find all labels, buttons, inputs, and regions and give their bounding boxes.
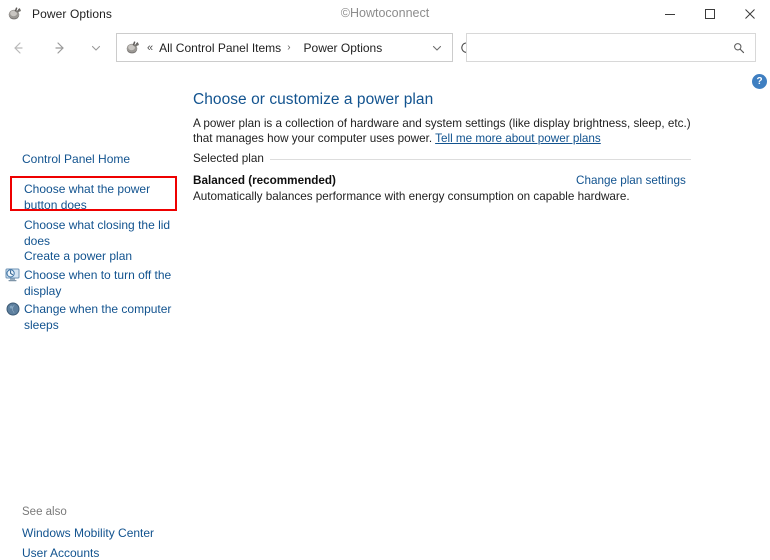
display-timeout-icon bbox=[5, 267, 21, 283]
search-input[interactable] bbox=[475, 39, 727, 56]
address-dropdown-chevron-icon[interactable] bbox=[426, 42, 448, 54]
maximize-button[interactable] bbox=[690, 0, 730, 28]
plan-description: Automatically balances performance with … bbox=[193, 190, 630, 203]
see-also-heading: See also bbox=[22, 506, 67, 518]
sidebar-item-create-power-plan[interactable]: Create a power plan bbox=[24, 248, 174, 264]
recent-locations-button[interactable] bbox=[82, 34, 110, 62]
power-options-icon bbox=[7, 6, 23, 22]
address-power-options-icon bbox=[125, 40, 141, 56]
sleep-icon bbox=[5, 301, 21, 317]
selected-plan-label: Selected plan bbox=[193, 152, 270, 165]
sidebar-item-choose-power-button[interactable]: Choose what the power button does bbox=[24, 181, 174, 213]
close-button[interactable] bbox=[730, 0, 770, 28]
page-description: A power plan is a collection of hardware… bbox=[193, 116, 693, 146]
search-icon[interactable] bbox=[727, 41, 751, 55]
plan-name: Balanced (recommended) bbox=[193, 174, 336, 187]
sidebar-item-control-panel-home[interactable]: Control Panel Home bbox=[22, 151, 172, 167]
breadcrumb-power-options[interactable]: Power Options bbox=[304, 41, 383, 55]
back-button[interactable] bbox=[4, 34, 32, 62]
address-overflow-indicator[interactable]: « bbox=[147, 42, 153, 54]
window-title: Power Options bbox=[32, 7, 113, 21]
minimize-button[interactable] bbox=[650, 0, 690, 28]
see-also-windows-mobility-center[interactable]: Windows Mobility Center bbox=[22, 526, 154, 540]
main-content: Choose or customize a power plan A power… bbox=[190, 68, 770, 505]
breadcrumb-all-control-panel-items[interactable]: All Control Panel Items bbox=[159, 41, 281, 55]
sidebar-item-choose-display-off[interactable]: Choose when to turn off the display bbox=[24, 267, 172, 299]
tell-me-more-link[interactable]: Tell me more about power plans bbox=[435, 132, 601, 145]
address-bar[interactable]: « All Control Panel Items › Power Option… bbox=[116, 33, 453, 62]
sidebar-item-change-computer-sleeps[interactable]: Change when the computer sleeps bbox=[24, 301, 172, 333]
sidebar: Control Panel Home Choose what the power… bbox=[0, 68, 190, 560]
search-box[interactable] bbox=[466, 33, 756, 62]
change-plan-settings-link[interactable]: Change plan settings bbox=[576, 174, 686, 187]
window-controls bbox=[650, 0, 770, 28]
page-title: Choose or customize a power plan bbox=[193, 91, 434, 108]
sidebar-item-choose-closing-lid[interactable]: Choose what closing the lid does bbox=[24, 217, 174, 249]
forward-button[interactable] bbox=[46, 34, 74, 62]
see-also-user-accounts[interactable]: User Accounts bbox=[22, 546, 99, 560]
breadcrumb-separator[interactable]: › bbox=[287, 42, 290, 53]
